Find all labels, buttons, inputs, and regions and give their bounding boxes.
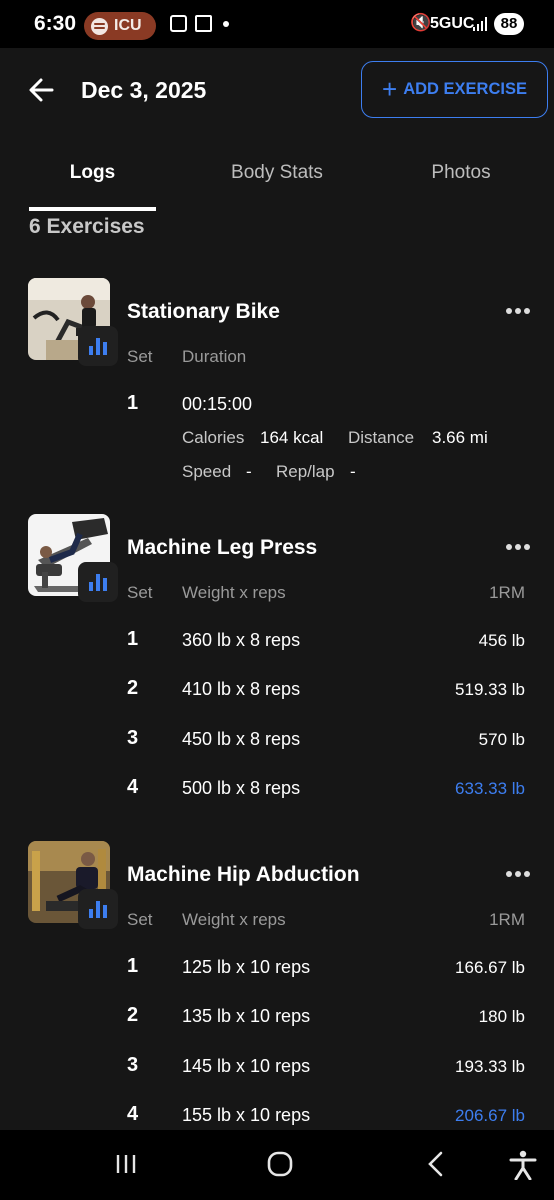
more-options-icon[interactable]	[506, 543, 534, 551]
speed-label: Speed	[182, 462, 232, 481]
plus-icon: +	[382, 73, 398, 104]
set-number: 2	[127, 1004, 139, 1026]
more-options-icon[interactable]	[506, 307, 534, 315]
set-number: 1	[127, 392, 139, 414]
set-number: 3	[127, 727, 139, 749]
battery-icon: 88	[494, 13, 524, 35]
set-number: 3	[127, 1054, 139, 1076]
spotify-icon	[91, 17, 108, 35]
home-button[interactable]	[267, 1151, 293, 1182]
accessibility-button[interactable]	[509, 1150, 537, 1185]
set-row[interactable]: 1 360 lb x 8 reps 456 lb	[0, 628, 554, 658]
app-screen: Dec 3, 2025 + ADD EXERCISE Logs Body Sta…	[0, 48, 554, 1130]
distance-value: 3.66 mi	[432, 428, 488, 447]
tab-active-indicator	[29, 207, 156, 211]
set-number: 1	[127, 955, 139, 977]
one-rm-header: 1RM	[489, 910, 525, 929]
set-one-rm: 166.67 lb	[455, 958, 525, 977]
tab-logs[interactable]: Logs	[29, 162, 156, 184]
weight-reps-header: Weight x reps	[182, 583, 286, 602]
set-row[interactable]: 4 500 lb x 8 reps 633.33 lb	[0, 776, 554, 806]
set-weight-reps: 450 lb x 8 reps	[182, 729, 301, 749]
exercise-card-leg-press: Machine Leg Press Set Weight x reps 1RM …	[0, 514, 554, 814]
calories-value: 164 kcal	[260, 428, 324, 447]
add-exercise-button[interactable]: + ADD EXERCISE	[361, 61, 548, 118]
mute-icon: 🔇	[410, 13, 432, 32]
set-row[interactable]: 4 155 lb x 10 reps 206.67 lb	[0, 1103, 554, 1130]
set-number: 2	[127, 677, 139, 699]
set-row[interactable]: 3 450 lb x 8 reps 570 lb	[0, 727, 554, 757]
calories-label: Calories	[182, 428, 245, 447]
set-weight-reps: 155 lb x 10 reps	[182, 1105, 311, 1125]
set-one-rm: 180 lb	[478, 1007, 525, 1026]
set-row[interactable]: 2 135 lb x 10 reps 180 lb	[0, 1004, 554, 1034]
set-weight-reps: 145 lb x 10 reps	[182, 1056, 311, 1076]
set-one-rm-pr: 206.67 lb	[455, 1106, 525, 1125]
progress-chart-button[interactable]	[78, 562, 118, 602]
signal-icon	[473, 17, 489, 31]
set-duration: 00:15:00	[182, 394, 253, 414]
replap-value: -	[350, 462, 356, 481]
set-row[interactable]: 3 145 lb x 10 reps 193.33 lb	[0, 1054, 554, 1084]
add-exercise-label: ADD EXERCISE	[403, 80, 527, 98]
recent-apps-button[interactable]	[114, 1152, 138, 1181]
network-type: 5GUC	[430, 15, 475, 32]
gmail-icon	[195, 15, 212, 32]
back-button[interactable]	[24, 72, 60, 108]
accessibility-icon	[509, 1150, 537, 1181]
set-row[interactable]: 1 00:15:00	[0, 392, 554, 422]
home-icon	[267, 1151, 293, 1177]
exercise-card-stationary-bike: Stationary Bike Set Duration 1 00:15:00 …	[0, 278, 554, 488]
set-weight-reps: 125 lb x 10 reps	[182, 957, 311, 977]
tab-photos[interactable]: Photos	[400, 162, 522, 184]
set-one-rm: 519.33 lb	[455, 680, 525, 699]
progress-chart-button[interactable]	[78, 889, 118, 929]
media-pill[interactable]: ICU	[84, 12, 156, 40]
more-options-icon[interactable]	[506, 870, 534, 878]
set-number: 4	[127, 776, 139, 798]
header: Dec 3, 2025 + ADD EXERCISE	[0, 48, 554, 148]
exercise-count: 6 Exercises	[29, 215, 145, 238]
notification-dot-icon	[223, 21, 229, 27]
exercise-card-hip-abduction: Machine Hip Abduction Set Weight x reps …	[0, 841, 554, 1130]
set-weight-reps: 360 lb x 8 reps	[182, 630, 301, 650]
exercise-name[interactable]: Machine Leg Press	[127, 536, 317, 560]
status-time: 6:30	[34, 12, 77, 35]
replap-label: Rep/lap	[276, 462, 335, 481]
set-one-rm: 456 lb	[478, 631, 525, 650]
media-pill-label: ICU	[114, 17, 142, 34]
tab-bar: Logs Body Stats Photos	[0, 148, 554, 212]
set-header: Set	[127, 347, 153, 366]
system-nav-bar	[0, 1130, 554, 1200]
set-one-rm: 193.33 lb	[455, 1057, 525, 1076]
one-rm-header: 1RM	[489, 583, 525, 602]
distance-label: Distance	[348, 428, 415, 447]
exercise-name[interactable]: Machine Hip Abduction	[127, 863, 360, 887]
tab-body-stats[interactable]: Body Stats	[212, 162, 342, 184]
set-one-rm: 570 lb	[478, 730, 525, 749]
set-number: 1	[127, 628, 139, 650]
set-one-rm-pr: 633.33 lb	[455, 779, 525, 798]
set-weight-reps: 500 lb x 8 reps	[182, 778, 301, 798]
page-title: Dec 3, 2025	[81, 77, 207, 103]
exercise-name[interactable]: Stationary Bike	[127, 300, 280, 324]
screenshot-icon	[170, 15, 187, 32]
status-bar: 6:30 ICU 🔇 5GUC 88	[0, 0, 554, 48]
set-row[interactable]: 1 125 lb x 10 reps 166.67 lb	[0, 955, 554, 985]
recent-apps-icon	[116, 1155, 136, 1173]
set-row[interactable]: 2 410 lb x 8 reps 519.33 lb	[0, 677, 554, 707]
back-arrow-icon	[29, 78, 54, 102]
duration-header: Duration	[182, 347, 247, 366]
progress-chart-button[interactable]	[78, 326, 118, 366]
set-header: Set	[127, 583, 153, 602]
weight-reps-header: Weight x reps	[182, 910, 286, 929]
back-chevron-icon	[428, 1151, 443, 1177]
set-header: Set	[127, 910, 153, 929]
system-back-button[interactable]	[424, 1151, 448, 1182]
speed-value: -	[246, 462, 252, 481]
set-weight-reps: 135 lb x 10 reps	[182, 1006, 311, 1026]
set-weight-reps: 410 lb x 8 reps	[182, 679, 301, 699]
set-number: 4	[127, 1103, 139, 1125]
